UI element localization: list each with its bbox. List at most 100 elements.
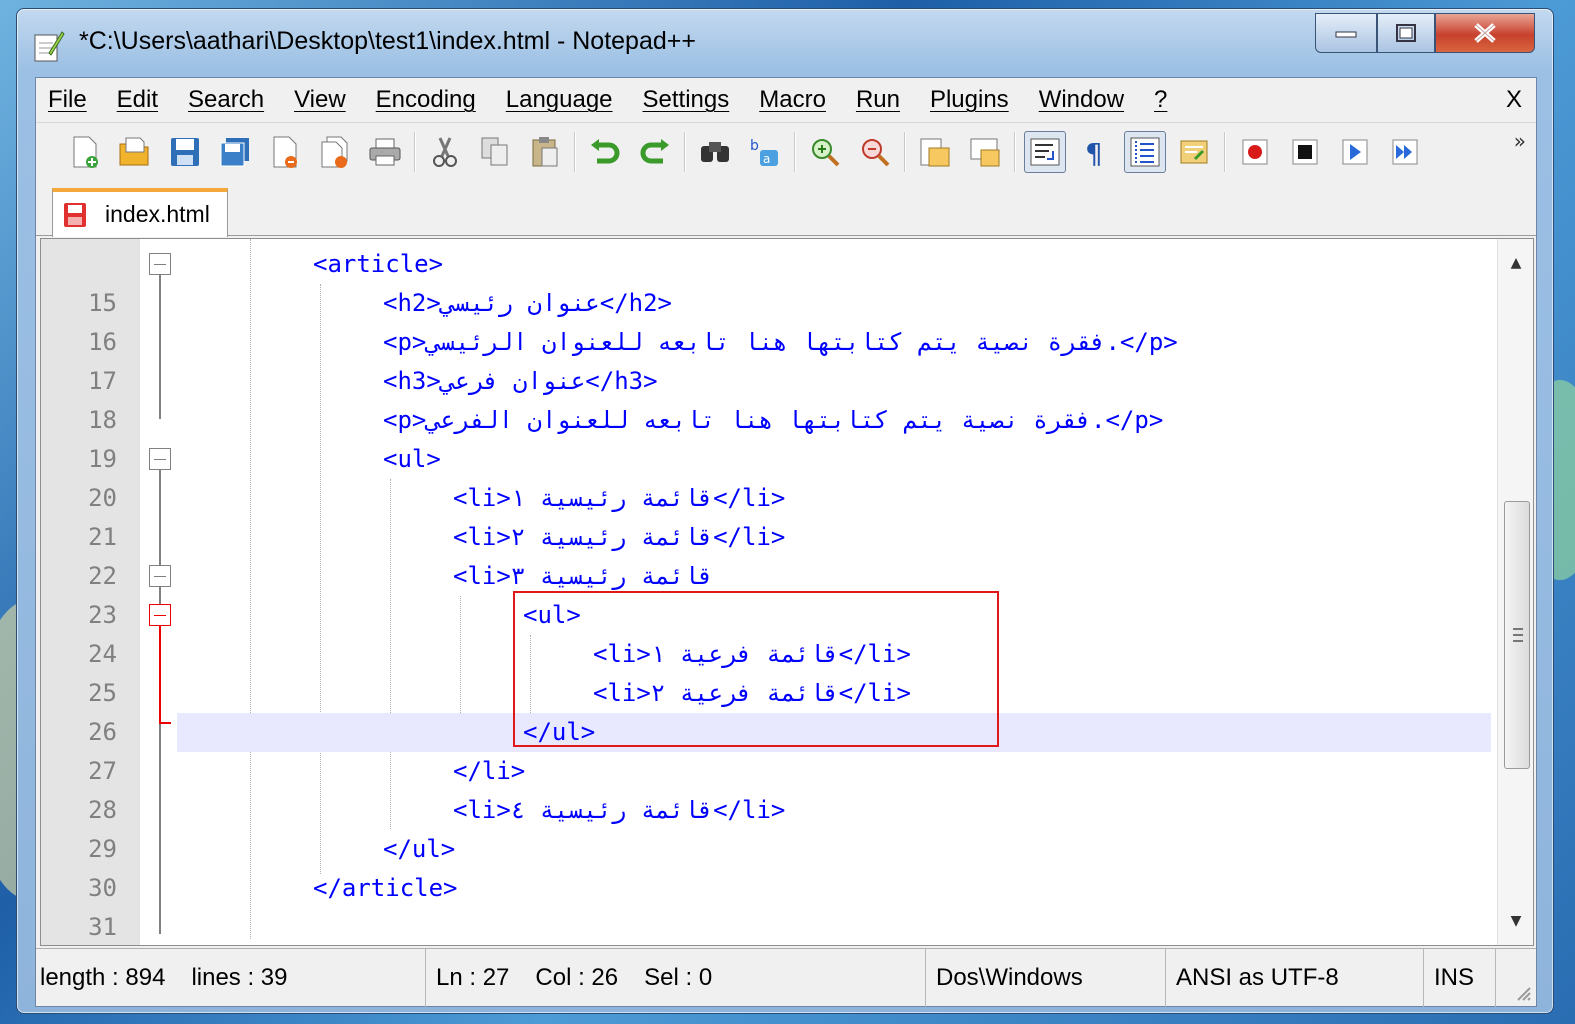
code-line: 16 <h2>عنوان رئيسي</h2> xyxy=(41,284,1491,356)
toolbar-overflow-button[interactable]: » xyxy=(1514,129,1526,153)
close-window-button[interactable] xyxy=(1435,13,1535,53)
scroll-thumb[interactable] xyxy=(1504,501,1530,769)
fold-marker[interactable] xyxy=(149,253,171,275)
window-title: *C:\Users\aathari\Desktop\test1\index.ht… xyxy=(79,27,696,55)
redo-button[interactable] xyxy=(634,131,676,173)
menu-file[interactable]: File xyxy=(48,86,87,114)
code-line: 20 <ul> xyxy=(41,440,1491,512)
stop-icon xyxy=(1292,139,1318,164)
highlight-box xyxy=(513,591,999,747)
menu-settings[interactable]: Settings xyxy=(643,86,730,114)
function-list-button[interactable] xyxy=(1174,131,1216,173)
sync-vertical-button[interactable] xyxy=(914,131,956,173)
scroll-down-arrow-icon[interactable]: ▼ xyxy=(1498,903,1533,939)
save-all-button[interactable] xyxy=(214,131,256,173)
close-icon xyxy=(1474,23,1496,43)
status-ln: Ln : 27 xyxy=(436,964,510,991)
toolbar: ba ¶ » xyxy=(36,122,1536,180)
menu-window[interactable]: Window xyxy=(1039,86,1124,114)
cut-button[interactable] xyxy=(424,131,466,173)
fold-marker[interactable] xyxy=(149,565,171,587)
toolbar-separator xyxy=(794,131,796,172)
menu-search[interactable]: Search xyxy=(188,86,264,114)
code-line: 32 xyxy=(41,908,1491,945)
word-wrap-button[interactable] xyxy=(1024,130,1066,173)
status-position: Ln : 27 Col : 26 Sel : 0 xyxy=(428,949,926,1007)
menu-edit[interactable]: Edit xyxy=(117,86,158,114)
status-length: length : 894 xyxy=(40,964,166,991)
code-text: <li>قائمة رئيسية ٢</li> xyxy=(453,523,786,551)
menu-encoding[interactable]: Encoding xyxy=(376,86,476,114)
function-list-icon xyxy=(1180,140,1208,163)
app-client: File Edit Search View Encoding Language … xyxy=(35,77,1537,1007)
status-eol[interactable]: Dos\Windows xyxy=(928,949,1166,1007)
stop-recording-button[interactable] xyxy=(1284,131,1326,173)
maximize-button[interactable] xyxy=(1377,13,1435,53)
sync-horizontal-button[interactable] xyxy=(964,131,1006,173)
show-all-characters-button[interactable]: ¶ xyxy=(1074,131,1116,173)
zoom-in-icon xyxy=(812,138,840,166)
replace-button[interactable]: ba xyxy=(744,131,786,173)
resize-grip-icon[interactable] xyxy=(1514,984,1532,1002)
paste-button[interactable] xyxy=(524,131,566,173)
undo-button[interactable] xyxy=(584,131,626,173)
status-col: Col : 26 xyxy=(535,964,619,991)
code-editor[interactable]: 15 <article> 16 <h2>عنوان رئيسي</h2> 17 … xyxy=(40,238,1534,946)
vertical-scrollbar[interactable]: ▲ ▼ xyxy=(1497,239,1533,945)
menu-help[interactable]: ? xyxy=(1154,86,1167,114)
close-document-button[interactable]: X xyxy=(1506,86,1522,114)
record-macro-button[interactable] xyxy=(1234,131,1276,173)
find-button[interactable] xyxy=(694,131,736,173)
code-text: <li>قائمة رئيسية ٤</li> xyxy=(453,796,786,824)
zoom-out-button[interactable] xyxy=(854,131,896,173)
menu-view[interactable]: View xyxy=(294,86,346,114)
code-text: <li>قائمة رئيسية ١</li> xyxy=(453,484,786,512)
fold-marker-active[interactable] xyxy=(149,604,171,626)
close-all-button[interactable] xyxy=(314,131,356,173)
title-bar[interactable]: *C:\Users\aathari\Desktop\test1\index.ht… xyxy=(17,9,1553,77)
zoom-out-icon xyxy=(862,138,890,166)
menu-language[interactable]: Language xyxy=(506,86,613,114)
indent-guide-button[interactable] xyxy=(1124,130,1166,173)
menu-macro[interactable]: Macro xyxy=(759,86,826,114)
paste-icon xyxy=(532,136,558,166)
menu-plugins[interactable]: Plugins xyxy=(930,86,1009,114)
print-button[interactable] xyxy=(364,131,406,173)
new-file-button[interactable] xyxy=(64,131,106,173)
tab-index-html[interactable]: index.html xyxy=(52,188,228,237)
code-line: 28 </li> xyxy=(41,752,1491,824)
fold-marker[interactable] xyxy=(149,448,171,470)
scroll-up-arrow-icon[interactable]: ▲ xyxy=(1498,245,1533,281)
fast-forward-icon xyxy=(1392,139,1418,164)
tab-label: index.html xyxy=(105,201,210,227)
minimize-button[interactable] xyxy=(1315,13,1377,53)
toolbar-separator xyxy=(1014,131,1016,172)
close-file-button[interactable] xyxy=(264,131,306,173)
zoom-in-button[interactable] xyxy=(804,131,846,173)
copy-button[interactable] xyxy=(474,131,516,173)
status-length-lines: length : 894 lines : 39 xyxy=(36,949,426,1007)
code-line: 22 <li>قائمة رئيسية ٢</li> xyxy=(41,518,1491,590)
open-file-button[interactable] xyxy=(114,131,156,173)
status-mode-label: INS xyxy=(1434,964,1475,991)
print-icon xyxy=(369,138,401,165)
play-icon xyxy=(1342,139,1368,164)
toolbar-separator xyxy=(684,131,686,172)
menu-bar: File Edit Search View Encoding Language … xyxy=(36,78,1536,122)
toolbar-separator xyxy=(1224,131,1226,172)
open-folder-icon xyxy=(119,137,149,165)
notepadpp-window: *C:\Users\aathari\Desktop\test1\index.ht… xyxy=(16,8,1554,1014)
toolbar-separator xyxy=(574,131,576,172)
save-button[interactable] xyxy=(164,131,206,173)
grip-icon xyxy=(1513,628,1523,642)
code-line: 21 <li>قائمة رئيسية ١</li> xyxy=(41,479,1491,551)
menu-run[interactable]: Run xyxy=(856,86,900,114)
status-eol-label: Dos\Windows xyxy=(936,964,1083,991)
status-bar: length : 894 lines : 39 Ln : 27 Col : 26… xyxy=(36,948,1536,1007)
status-encoding[interactable]: ANSI as UTF-8 xyxy=(1168,949,1424,1007)
run-macro-multiple-button[interactable] xyxy=(1384,131,1426,173)
play-macro-button[interactable] xyxy=(1334,131,1376,173)
maximize-icon xyxy=(1396,24,1416,42)
code-line: 18 <h3>عنوان فرعي</h3> xyxy=(41,362,1491,434)
status-mode[interactable]: INS xyxy=(1426,949,1496,1007)
